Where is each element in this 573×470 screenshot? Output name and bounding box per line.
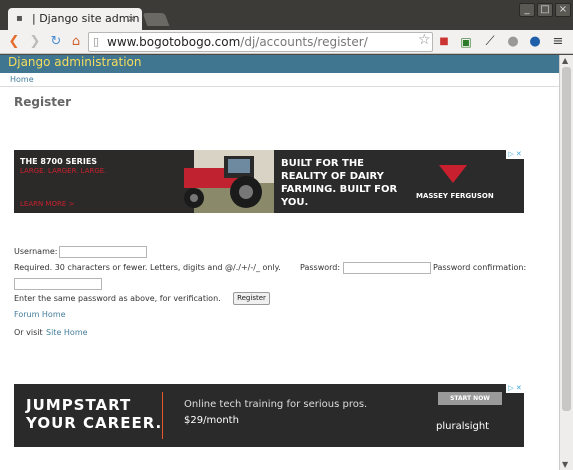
pluralsight-logo: pluralsight: [436, 421, 490, 432]
vertical-scrollbar[interactable]: ▲ ▼: [559, 55, 573, 470]
adblock-icon[interactable]: ●: [505, 34, 521, 50]
url-path: /dj/accounts/register/: [240, 35, 368, 49]
ad-headline-line2: YOUR CAREER.: [26, 414, 163, 432]
scroll-thumb[interactable]: [562, 67, 571, 411]
ad-headline-line1: JUMPSTART: [26, 396, 132, 414]
site-branding[interactable]: Django administration: [8, 55, 141, 69]
tractor-ad-banner[interactable]: THE 8700 SERIES LARGE. LARGER. LARGE. LE…: [14, 150, 524, 213]
extension-screenshot-icon[interactable]: ▣: [458, 34, 474, 50]
password-label: Password:: [300, 263, 341, 272]
ad-learn-more-link[interactable]: LEARN MORE >: [20, 200, 74, 208]
url-host: www.bogotobogo.com: [107, 35, 241, 49]
new-tab-button[interactable]: [142, 13, 170, 26]
tab-django-site-admin[interactable]: ▪ | Django site admin ×: [8, 8, 142, 30]
breadcrumb-home-link[interactable]: Home: [10, 75, 34, 84]
ad-series: THE 8700 SERIES: [20, 157, 98, 166]
password-input[interactable]: [343, 262, 431, 274]
pluralsight-ad-banner[interactable]: JUMPSTART YOUR CAREER. Online tech train…: [14, 384, 524, 447]
ad-brand: MASSEY FERGUSON: [416, 192, 494, 200]
forward-arrow-icon[interactable]: ❯: [27, 34, 43, 50]
or-visit-text: Or visit: [14, 328, 43, 337]
adchoices-icon[interactable]: ▷ ✕: [506, 384, 524, 393]
forum-home-link[interactable]: Forum Home: [14, 310, 66, 319]
address-url: www.bogotobogo.com/dj/accounts/register/: [107, 35, 368, 49]
username-input[interactable]: [59, 246, 147, 258]
password-confirm-input[interactable]: [14, 278, 102, 290]
scroll-up-arrow-icon[interactable]: ▲: [562, 56, 568, 65]
page-viewport: Django administration Home Register THE …: [0, 55, 559, 470]
breadcrumb: Home: [0, 73, 559, 87]
page-info-icon: ▯: [93, 35, 100, 48]
back-arrow-icon[interactable]: ❮: [6, 34, 22, 50]
tractor-image: THE 8700 SERIES LARGE. LARGER. LARGE. LE…: [14, 150, 274, 213]
site-home-link[interactable]: Site Home: [46, 328, 88, 337]
minimize-button[interactable]: _: [519, 3, 535, 17]
bookmark-star-icon[interactable]: ☆: [418, 32, 431, 48]
tab-close-icon[interactable]: ×: [127, 12, 136, 25]
register-button[interactable]: Register: [233, 292, 270, 305]
scroll-down-arrow-icon[interactable]: ▼: [562, 460, 568, 469]
browser-toolbar: ❮ ❯ ↻ ⌂ ▯ www.bogotobogo.com/dj/accounts…: [0, 30, 573, 54]
ad-start-now-button[interactable]: START NOW: [438, 392, 502, 405]
maximize-button[interactable]: □: [537, 3, 553, 17]
close-window-button[interactable]: ×: [555, 3, 571, 17]
password-confirm-label: Password confirmation:: [433, 263, 527, 272]
home-icon[interactable]: ⌂: [68, 34, 84, 50]
page-title: Register: [14, 95, 72, 109]
ad-divider: [162, 392, 163, 439]
ad-price: $29/month: [184, 415, 239, 426]
password-help-text: Enter the same password as above, for ve…: [14, 294, 221, 303]
menu-icon[interactable]: ≡: [550, 34, 566, 50]
username-help-text: Required. 30 characters or fewer. Letter…: [14, 263, 281, 272]
username-label: Username:: [14, 247, 58, 256]
page-icon: ▪: [16, 13, 23, 24]
ad-copy: Online tech training for serious pros.: [184, 399, 368, 410]
tab-strip: ▪ | Django site admin × _ □ ×: [0, 0, 573, 30]
tab-title: | Django site admin: [32, 12, 140, 25]
eyedropper-icon[interactable]: ⟋: [482, 34, 498, 50]
ad-headline: BUILT FOR THE REALITY OF DAIRY FARMING. …: [281, 158, 398, 208]
ad-tagline: LARGE. LARGER. LARGE.: [20, 167, 107, 175]
adchoices-icon[interactable]: ▷ ✕: [506, 150, 524, 159]
extension-new-icon[interactable]: ■: [436, 34, 452, 50]
address-bar[interactable]: ▯ www.bogotobogo.com/dj/accounts/registe…: [88, 32, 433, 52]
django-header: Django administration: [0, 55, 559, 73]
massey-ferguson-logo-icon: [439, 165, 467, 183]
browser-window: ▪ | Django site admin × _ □ × ❮ ❯ ↻ ⌂ ▯ …: [0, 0, 573, 470]
reload-icon[interactable]: ↻: [48, 34, 64, 50]
extension-info-icon[interactable]: ●: [527, 34, 543, 50]
